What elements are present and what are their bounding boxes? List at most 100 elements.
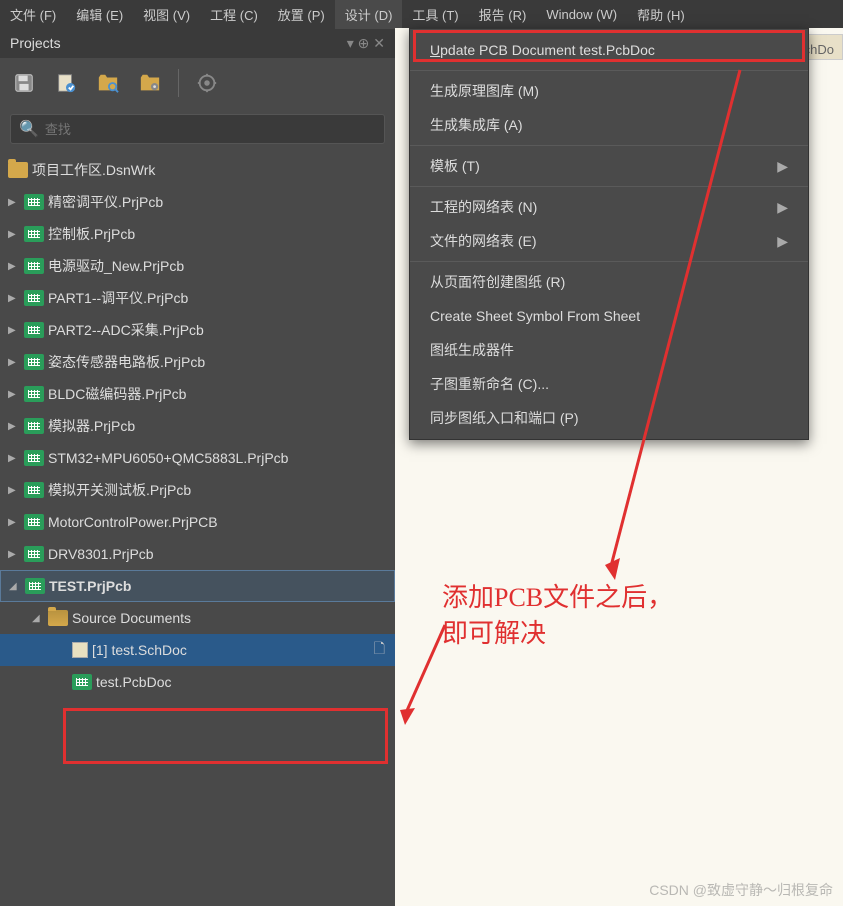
pcb-project-icon	[24, 194, 44, 210]
pcb-project-icon	[24, 226, 44, 242]
project-label: 模拟开关测试板.PrjPcb	[48, 480, 395, 500]
panel-header: Projects ▾ ⊕ ✕	[0, 28, 395, 58]
source-folder-row[interactable]: ◢ Source Documents	[0, 602, 395, 634]
pcb-project-icon	[24, 290, 44, 306]
project-label: 控制板.PrjPcb	[48, 224, 395, 244]
collapse-arrow-icon[interactable]: ▶	[8, 421, 20, 432]
menu-sync-ports[interactable]: 同步图纸入口和端口 (P)	[410, 401, 808, 435]
save-icon[interactable]	[10, 69, 38, 97]
gear-icon[interactable]	[193, 69, 221, 97]
collapse-arrow-icon[interactable]: ▶	[8, 549, 20, 560]
project-row[interactable]: ▶ 精密调平仪.PrjPcb	[0, 186, 395, 218]
search-input[interactable]	[45, 122, 376, 137]
submenu-arrow-icon: ▶	[777, 158, 788, 175]
pcb-project-icon	[24, 258, 44, 274]
pcb-project-icon	[24, 322, 44, 338]
menu-report[interactable]: 报告 (R)	[469, 0, 537, 29]
open-folder-icon[interactable]	[94, 69, 122, 97]
panel-controls[interactable]: ▾ ⊕ ✕	[347, 35, 385, 52]
menu-place[interactable]: 放置 (P)	[268, 0, 335, 29]
menu-gen-schlib[interactable]: 生成原理图库 (M)	[410, 74, 808, 108]
menu-project[interactable]: 工程 (C)	[200, 0, 268, 29]
collapse-arrow-icon[interactable]: ▶	[8, 389, 20, 400]
pcb-project-icon	[24, 386, 44, 402]
expand-arrow-icon[interactable]: ◢	[9, 581, 21, 592]
menu-design[interactable]: 设计 (D)	[335, 0, 403, 29]
workspace-label: 项目工作区.DsnWrk	[32, 160, 395, 180]
collapse-arrow-icon[interactable]: ▶	[8, 261, 20, 272]
pcb-project-icon	[24, 450, 44, 466]
project-row[interactable]: ▶模拟器.PrjPcb	[0, 410, 395, 442]
project-label: DRV8301.PrjPcb	[48, 546, 395, 562]
project-label: PART2--ADC采集.PrjPcb	[48, 320, 395, 340]
workspace-row[interactable]: 项目工作区.DsnWrk	[0, 154, 395, 186]
project-label: 精密调平仪.PrjPcb	[48, 192, 395, 212]
menu-sheet-generator[interactable]: 图纸生成器件	[410, 333, 808, 367]
collapse-arrow-icon[interactable]: ▶	[8, 325, 20, 336]
menu-tools[interactable]: 工具 (T)	[402, 0, 468, 29]
pcb-project-icon	[24, 354, 44, 370]
project-row[interactable]: ▶ 姿态传感器电路板.PrjPcb	[0, 346, 395, 378]
menu-rename-child[interactable]: 子图重新命名 (C)...	[410, 367, 808, 401]
menu-create-symbol[interactable]: Create Sheet Symbol From Sheet	[410, 299, 808, 333]
menu-template[interactable]: 模板 (T)▶	[410, 149, 808, 183]
folder-open-icon	[48, 610, 68, 626]
menu-update-pcb[interactable]: Update PCB Document test.PcbDoc	[410, 33, 808, 67]
menu-edit[interactable]: 编辑 (E)	[66, 0, 133, 29]
folder-icon	[8, 162, 28, 178]
collapse-arrow-icon[interactable]: ▶	[8, 517, 20, 528]
collapse-arrow-icon[interactable]: ▶	[8, 293, 20, 304]
project-label: MotorControlPower.PrjPCB	[48, 514, 395, 530]
menu-help[interactable]: 帮助 (H)	[627, 0, 695, 29]
pcb-project-icon	[24, 514, 44, 530]
menu-file[interactable]: 文件 (F)	[0, 0, 66, 29]
file-label: test.PcbDoc	[96, 674, 395, 690]
project-label: STM32+MPU6050+QMC5883L.PrjPcb	[48, 450, 395, 466]
project-row[interactable]: ▶ PART2--ADC采集.PrjPcb	[0, 314, 395, 346]
expand-arrow-icon[interactable]: ◢	[32, 613, 44, 624]
menu-file-netlist[interactable]: 文件的网络表 (E)▶	[410, 224, 808, 258]
watermark: CSDN @致虚守静～归根复命	[649, 880, 833, 900]
menu-window[interactable]: Window (W)	[536, 2, 627, 27]
source-file-row[interactable]: test.PcbDoc	[0, 666, 395, 698]
compile-icon[interactable]	[52, 69, 80, 97]
project-row[interactable]: ▶ DRV8301.PrjPcb	[0, 538, 395, 570]
project-row[interactable]: ▶ STM32+MPU6050+QMC5883L.PrjPcb	[0, 442, 395, 474]
panel-title: Projects	[10, 35, 61, 51]
pcb-project-icon	[24, 482, 44, 498]
collapse-arrow-icon[interactable]: ▶	[8, 197, 20, 208]
project-label: PART1--调平仪.PrjPcb	[48, 288, 395, 308]
menu-gen-intlib[interactable]: 生成集成库 (A)	[410, 108, 808, 142]
project-row[interactable]: ▶ 控制板.PrjPcb	[0, 218, 395, 250]
pcb-project-icon	[24, 546, 44, 562]
annotation-text: 添加PCB文件之后， 即可解决	[442, 580, 673, 653]
folder-settings-icon[interactable]	[136, 69, 164, 97]
file-label: [1] test.SchDoc	[92, 642, 370, 658]
menu-view[interactable]: 视图 (V)	[133, 0, 200, 29]
project-row-active[interactable]: ◢ TEST.PrjPcb	[0, 570, 395, 602]
collapse-arrow-icon[interactable]: ▶	[8, 485, 20, 496]
project-row[interactable]: ▶ PART1--调平仪.PrjPcb	[0, 282, 395, 314]
project-label: BLDC磁编码器.PrjPcb	[48, 384, 395, 404]
project-label: 姿态传感器电路板.PrjPcb	[48, 352, 395, 372]
search-icon: 🔍	[19, 119, 39, 139]
folder-label: Source Documents	[72, 610, 395, 626]
document-icon: 🗋	[374, 638, 385, 662]
collapse-arrow-icon[interactable]: ▶	[8, 229, 20, 240]
project-tree: 项目工作区.DsnWrk ▶ 精密调平仪.PrjPcb ▶ 控制板.PrjPcb ▶…	[0, 150, 395, 906]
collapse-arrow-icon[interactable]: ▶	[8, 453, 20, 464]
menu-project-netlist[interactable]: 工程的网络表 (N)▶	[410, 190, 808, 224]
project-row[interactable]: ▶ BLDC磁编码器.PrjPcb	[0, 378, 395, 410]
menu-create-sheet[interactable]: 从页面符创建图纸 (R)	[410, 265, 808, 299]
pcb-doc-icon	[72, 674, 92, 690]
project-row[interactable]: ▶ MotorControlPower.PrjPCB	[0, 506, 395, 538]
project-label: TEST.PrjPcb	[49, 578, 394, 594]
collapse-arrow-icon[interactable]: ▶	[8, 357, 20, 368]
search-bar[interactable]: 🔍	[10, 114, 385, 144]
source-file-row[interactable]: [1] test.SchDoc🗋	[0, 634, 395, 666]
project-row[interactable]: ▶电源驱动_New.PrjPcb	[0, 250, 395, 282]
submenu-arrow-icon: ▶	[777, 233, 788, 250]
pcb-project-icon	[24, 418, 44, 434]
project-row[interactable]: ▶ 模拟开关测试板.PrjPcb	[0, 474, 395, 506]
submenu-arrow-icon: ▶	[777, 199, 788, 216]
